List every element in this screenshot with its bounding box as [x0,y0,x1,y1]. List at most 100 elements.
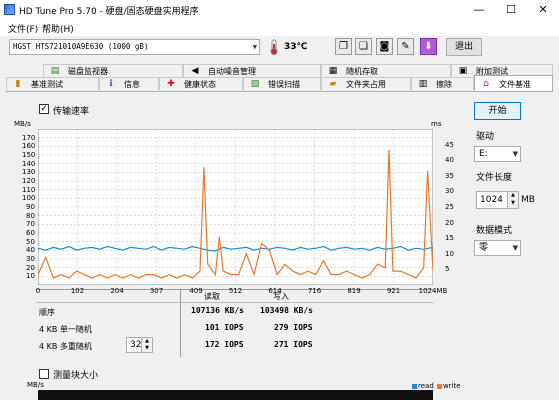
row-4k-single-label: 4 KB 单一随机 [39,325,92,334]
file-length-stepper[interactable]: 1024 ▲ ▼ [476,191,519,209]
health-icon: ✚ [167,79,175,89]
close-icon[interactable]: ✕ [527,0,559,20]
table-col-divider [180,289,181,357]
y-left-tick-label: 130 [22,168,36,177]
tab-label: 文件基准 [499,80,531,89]
chevron-down-icon: ▼ [252,43,257,51]
random-icon: ▦ [328,66,338,76]
start-button[interactable]: 开始 [474,102,521,120]
camera-icon[interactable]: ◙ [376,38,393,55]
scan-icon: ▧ [250,79,260,89]
block-size-checkbox[interactable] [39,369,49,379]
spin-up-icon[interactable]: ▲ [141,338,152,345]
x-tick-label: 102 [70,287,85,295]
queue-depth-stepper[interactable]: 32 ▲ ▼ [126,337,153,353]
drive-select[interactable]: HGST HTS721010A9E630 (1000 gB) ▼ [9,39,260,55]
y-left-unit: MB/s [14,120,31,128]
transfer-rate-label: 传输速率 [53,107,90,117]
tab-health[interactable]: ✚ 健康状态 [159,77,243,90]
row-4k-multi-read: 172 IOPS [205,340,244,349]
folder-icon: ▰ [329,79,337,89]
spin-down-icon[interactable]: ▼ [507,200,518,208]
tab-label: 信息 [124,80,140,89]
y-right-tick-label: 40 [445,156,454,165]
y-left-tick-label: 100 [22,194,36,203]
y-left-tick-label: 10 [26,272,35,281]
transfer-chart-svg [37,128,434,286]
row-sequential-label: 顺序 [39,308,55,317]
y-left-tick-label: 120 [22,177,36,185]
x-tick-label: 1024MB [418,287,448,295]
thermometer-icon [268,39,280,55]
queue-depth-value: 32 [130,340,142,350]
row-4k-single-read: 101 IOPS [205,323,244,332]
exit-button[interactable]: 退出 [446,38,482,56]
window-title: HD Tune Pro 5.70 - 硬盘/固态硬盘实用程序 [19,7,199,17]
data-mode-select[interactable]: 零 ▼ [474,240,521,256]
y-right-tick-label: 25 [445,203,454,211]
tab-file-benchmark[interactable]: ⌂ 文件基准 [474,75,553,92]
tab-error-scan[interactable]: ▧ 错误扫描 [243,77,321,90]
legend-read-label: read [418,382,434,390]
settings-icon[interactable]: ✎ [397,38,414,55]
copy-icon[interactable]: ❐ [335,38,352,55]
drive-label: 驱动 [476,132,495,142]
tab-label: 错误扫描 [268,80,300,89]
tab-label: 随机存取 [346,67,378,76]
chevron-down-icon: ▼ [512,244,518,252]
drive-letter-value: E: [479,149,488,159]
menu-bar [0,20,559,36]
drive-select-value: HGST HTS721010A9E630 (1000 gB) [13,42,149,51]
tab-benchmark[interactable]: ▮ 基准测试 [6,77,99,90]
spin-down-icon[interactable]: ▼ [141,345,152,352]
block-size-chart [38,390,433,400]
y-left-tick-label: 60 [26,229,35,237]
transfer-rate-checkbox[interactable]: ✓ [39,104,49,114]
row-4k-multi-label: 4 KB 多重随机 [39,342,92,351]
tab-erase[interactable]: ▥ 擦除 [411,77,474,90]
tab-disk-monitor[interactable]: ▤ 磁盘监视器 [43,64,183,77]
tab-label: 基准测试 [31,80,63,89]
row-4k-single-write: 279 IOPS [274,323,313,332]
spin-up-icon[interactable]: ▲ [507,192,518,200]
maximize-icon[interactable]: ☐ [495,0,527,20]
tab-info[interactable]: ℹ 信息 [99,77,159,90]
download-icon[interactable]: ⬇ [420,38,437,55]
drive-letter-select[interactable]: E: ▼ [474,146,521,162]
info-icon: ℹ [109,79,113,89]
x-tick-label: 204 [110,287,124,295]
tab-label: 磁盘监视器 [68,67,108,76]
tab-label: 健康状态 [184,80,216,89]
tab-label: 文件夹占用 [346,80,386,89]
y-left-tick-label: 20 [26,263,35,272]
tests-icon: ▣ [458,66,468,76]
menu-help[interactable]: 帮助(H) [42,22,74,35]
transfer-chart [37,128,434,286]
row-sequential-write: 103498 KB/s [260,306,313,315]
tab-folder-usage[interactable]: ▰ 文件夹占用 [321,77,411,90]
file-length-label: 文件长度 [476,173,513,183]
minimize-icon[interactable]: — [463,0,495,20]
y-right-tick-label: 10 [445,249,454,258]
tab-label: 自动噪音管理 [208,67,256,76]
monitor-icon: ▤ [50,66,60,76]
y-left-tick-label: 150 [22,151,36,159]
x-tick-label: 921 [386,287,401,295]
tab-noise-management[interactable]: ◀ 自动噪音管理 [183,64,321,77]
copy-info-icon[interactable]: ❏ [355,38,372,55]
x-tick-label: 409 [189,287,203,295]
app-icon [4,4,15,15]
y-left-tick-label: 170 [22,133,36,142]
x-tick-label: 819 [347,287,361,295]
y-left-tick-label: 160 [22,142,36,151]
erase-icon: ▥ [418,79,428,89]
file-length-unit: MB [521,195,535,205]
x-tick-label: 307 [149,287,164,295]
y-left-tick-label: 40 [26,246,35,255]
y-left-tick-label: 70 [26,220,35,229]
y-left-tick-label: 50 [26,237,35,246]
menu-file[interactable]: 文件(F) [8,22,38,35]
x-tick-label: 0 [35,287,41,295]
tab-random-access[interactable]: ▦ 随机存取 [321,64,451,77]
file-benchmark-icon: ⌂ [483,79,489,89]
